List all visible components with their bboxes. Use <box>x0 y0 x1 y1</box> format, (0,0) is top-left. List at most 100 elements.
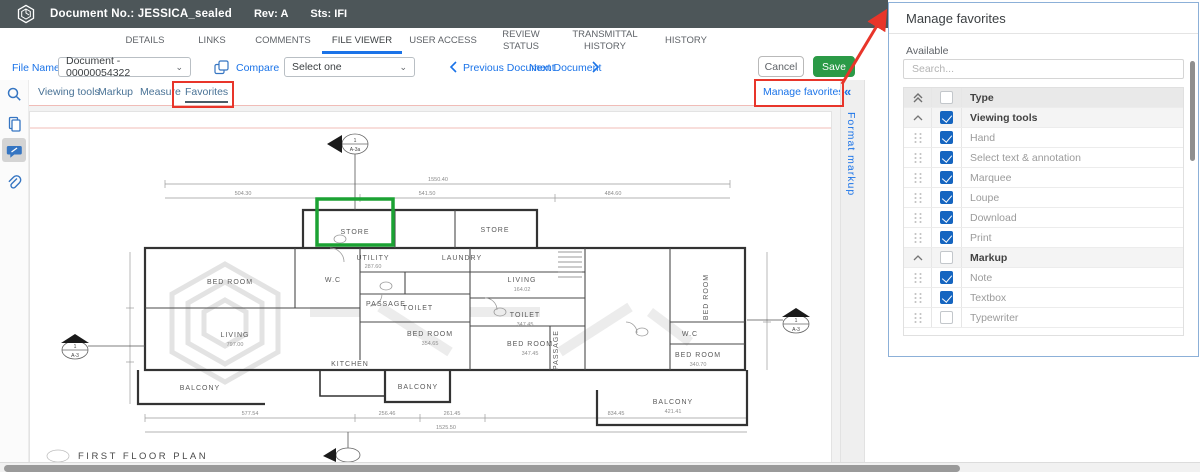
chevron-down-icon: ⌄ <box>399 62 407 73</box>
tab-transmittal-history[interactable]: TRANSMITTAL HISTORY <box>558 28 652 54</box>
drag-handle-icon[interactable] <box>913 292 922 304</box>
version-select-value: Select one <box>292 61 342 73</box>
row-label: Print <box>962 232 1183 244</box>
room-dim: 354.65 <box>422 341 439 347</box>
row-checkbox[interactable] <box>940 311 953 324</box>
row-label: Note <box>962 272 1183 284</box>
favorites-table: Type Viewing tools Hand Select text & an… <box>903 87 1184 336</box>
room-dim: 287.60 <box>365 264 382 270</box>
comment-markup-icon[interactable] <box>6 143 22 159</box>
favorites-item-row[interactable]: Marquee <box>904 167 1183 187</box>
tab-file-viewer[interactable]: FILE VIEWER <box>322 28 402 54</box>
svg-text:A-3: A-3 <box>792 327 800 333</box>
room-label: KITCHEN <box>331 361 369 368</box>
drag-handle-icon[interactable] <box>913 152 922 164</box>
row-checkbox[interactable] <box>940 231 953 244</box>
row-checkbox[interactable] <box>940 291 953 304</box>
favorites-item-row[interactable]: Textbox <box>904 287 1183 307</box>
previous-document-icon[interactable] <box>449 60 458 74</box>
save-button[interactable]: Save <box>813 56 855 77</box>
tab-links[interactable]: LINKS <box>180 28 244 54</box>
manage-favorites-link[interactable]: Manage favorites <box>763 86 844 98</box>
chevron-down-icon: ⌄ <box>175 62 183 73</box>
room-label: TOILET <box>403 305 433 312</box>
title-bubble <box>47 450 69 462</box>
svg-text:1: 1 <box>354 138 357 144</box>
room-label: LAUNDRY <box>442 255 482 262</box>
panel-title: Manage favorites <box>906 11 1006 26</box>
drag-handle-icon[interactable] <box>913 232 922 244</box>
dimension-lines <box>126 180 771 432</box>
row-checkbox[interactable] <box>940 251 953 264</box>
row-checkbox[interactable] <box>940 271 953 284</box>
pages-icon[interactable] <box>6 116 22 132</box>
favorites-group-row[interactable]: Viewing tools <box>904 107 1183 127</box>
file-select-value: Document - 00000054322 <box>66 55 169 79</box>
compare-icon <box>214 60 229 75</box>
favorites-item-row[interactable]: Typewriter <box>904 307 1183 327</box>
collapse-all-icon[interactable] <box>912 92 924 104</box>
link-icon[interactable] <box>6 174 22 190</box>
next-document-icon[interactable] <box>591 60 600 74</box>
title-bar: Document No.: JESSICA_sealed Rev: A Sts:… <box>0 0 888 28</box>
favorites-item-row[interactable]: Download <box>904 207 1183 227</box>
row-checkbox[interactable] <box>940 171 953 184</box>
svg-text:1: 1 <box>795 318 798 324</box>
room-dim: 797.00 <box>227 342 244 348</box>
favorites-group-row[interactable]: Markup <box>904 247 1183 267</box>
row-label: Viewing tools <box>962 112 1183 124</box>
row-checkbox[interactable] <box>940 191 953 204</box>
dim-top-1: 504.30 <box>235 191 252 197</box>
compare-link[interactable]: Compare <box>236 62 279 74</box>
viewer-tab-favorites[interactable]: Favorites <box>185 86 228 103</box>
tab-history[interactable]: HISTORY <box>652 28 720 54</box>
viewer-tab-measure[interactable]: Measure <box>140 86 181 98</box>
room-label: BED ROOM <box>507 341 553 348</box>
collapse-group-icon[interactable] <box>912 253 924 263</box>
table-footer <box>904 327 1183 335</box>
room-label: BED ROOM <box>207 279 253 286</box>
drag-handle-icon[interactable] <box>913 212 922 224</box>
row-checkbox[interactable] <box>940 211 953 224</box>
favorites-search-input[interactable] <box>903 59 1184 79</box>
favorites-item-row[interactable]: Hand <box>904 127 1183 147</box>
favorites-item-row[interactable]: Note <box>904 267 1183 287</box>
tab-details[interactable]: DETAILS <box>110 28 180 54</box>
drag-handle-icon[interactable] <box>913 272 922 284</box>
row-checkbox[interactable] <box>940 131 953 144</box>
redline-annotation <box>0 105 840 106</box>
document-status: Sts: IFI <box>310 8 347 20</box>
row-checkbox[interactable] <box>940 111 953 124</box>
drag-handle-icon[interactable] <box>913 172 922 184</box>
favorites-item-row[interactable]: Print <box>904 227 1183 247</box>
select-all-checkbox[interactable] <box>940 91 953 104</box>
collapse-group-icon[interactable] <box>912 113 924 123</box>
room-dim: 421.41 <box>665 409 682 415</box>
favorites-item-row[interactable]: Loupe <box>904 187 1183 207</box>
favorites-item-row[interactable]: Select text & annotation <box>904 147 1183 167</box>
file-select[interactable]: Document - 00000054322 ⌄ <box>58 57 191 77</box>
drag-handle-icon[interactable] <box>913 192 922 204</box>
drag-handle-icon[interactable] <box>913 312 922 324</box>
search-icon[interactable] <box>6 86 22 102</box>
tab-review-status[interactable]: REVIEW STATUS <box>484 28 558 54</box>
collapse-panel-icon[interactable]: « <box>844 84 851 99</box>
room-dim: 340.70 <box>690 362 707 368</box>
version-select[interactable]: Select one ⌄ <box>284 57 415 77</box>
room-label: STORE <box>341 229 370 236</box>
dim-overall-top: 1550.40 <box>428 177 448 183</box>
dim-bottom-4: 834.45 <box>608 411 625 417</box>
format-markup-tab[interactable]: Format markup <box>845 112 857 196</box>
row-checkbox[interactable] <box>940 151 953 164</box>
room-label: BALCONY <box>180 385 220 392</box>
horizontal-scrollbar-thumb[interactable] <box>4 465 960 472</box>
viewer-tab-markup[interactable]: Markup <box>98 86 133 98</box>
tab-comments[interactable]: COMMENTS <box>244 28 322 54</box>
drag-handle-icon[interactable] <box>913 132 922 144</box>
tab-user-access[interactable]: USER ACCESS <box>402 28 484 54</box>
manage-favorites-panel: Manage favorites Available Type Viewing … <box>888 2 1199 357</box>
viewer-tab-viewing-tools[interactable]: Viewing tools <box>38 86 100 98</box>
panel-scrollbar[interactable] <box>1190 61 1195 161</box>
row-label: Select text & annotation <box>962 152 1183 164</box>
cancel-button[interactable]: Cancel <box>758 56 804 77</box>
